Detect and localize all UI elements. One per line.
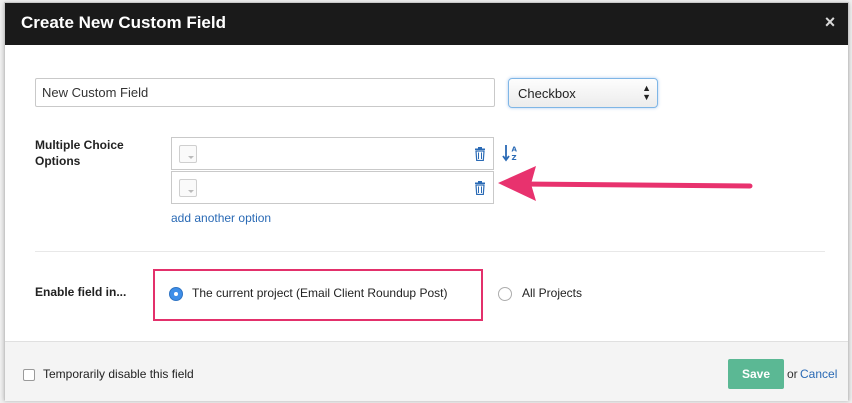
dialog-footer: Temporarily disable this field Save or C…	[5, 341, 848, 401]
radio-all-projects-label[interactable]: All Projects	[522, 286, 582, 300]
radio-all-projects[interactable]	[498, 287, 512, 301]
section-divider	[35, 251, 825, 252]
or-text: or	[787, 367, 798, 381]
cancel-link[interactable]: Cancel	[800, 367, 837, 381]
trash-icon[interactable]	[474, 147, 486, 161]
option-row[interactable]	[171, 171, 494, 204]
color-swatch-icon[interactable]	[179, 179, 197, 197]
field-name-input[interactable]	[35, 78, 495, 107]
dialog-header: Create New Custom Field ×	[5, 3, 848, 45]
option-row[interactable]	[171, 137, 494, 170]
svg-text:Z: Z	[512, 154, 517, 162]
radio-current-project[interactable]	[169, 287, 183, 301]
options-label: Multiple Choice Options	[35, 138, 124, 168]
field-type-select[interactable]: Checkbox ▲ ▼	[508, 78, 658, 108]
add-option-link[interactable]: add another option	[171, 211, 271, 225]
disable-field-checkbox[interactable]	[23, 369, 35, 381]
field-type-value: Checkbox	[518, 86, 576, 101]
select-arrows-icon: ▲ ▼	[642, 83, 651, 102]
disable-field-label[interactable]: Temporarily disable this field	[43, 367, 194, 381]
trash-icon[interactable]	[474, 181, 486, 195]
enable-label: Enable field in...	[35, 285, 127, 299]
custom-field-dialog: Create New Custom Field × Checkbox ▲▼ Mu…	[4, 2, 849, 401]
dialog-title: Create New Custom Field	[21, 13, 226, 32]
sort-alpha-icon[interactable]: A Z	[502, 144, 520, 162]
radio-current-project-label[interactable]: The current project (Email Client Roundu…	[192, 286, 447, 300]
save-button[interactable]: Save	[728, 359, 784, 389]
color-swatch-icon[interactable]	[179, 145, 197, 163]
svg-text:A: A	[512, 146, 518, 154]
close-icon[interactable]: ×	[822, 13, 838, 31]
